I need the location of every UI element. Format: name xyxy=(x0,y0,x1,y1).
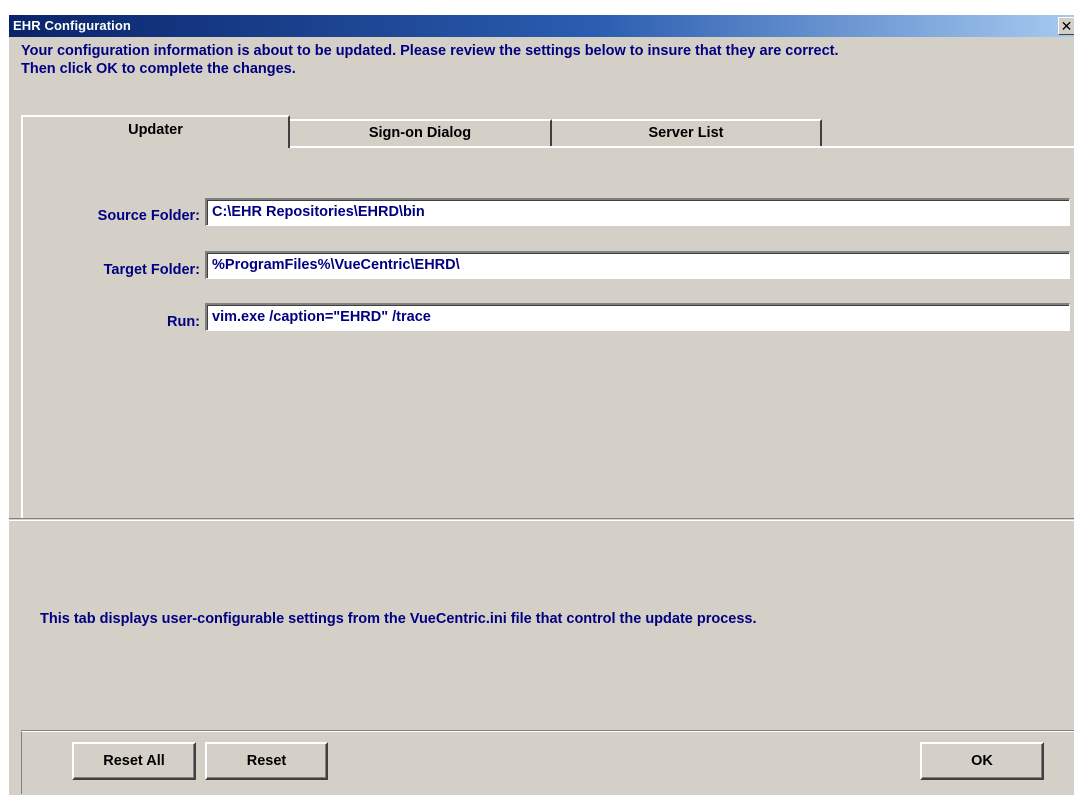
intro-message: Your configuration information is about … xyxy=(21,42,1071,78)
window-title: EHR Configuration xyxy=(13,18,131,33)
run-label: Run: xyxy=(166,314,200,330)
title-bar[interactable]: EHR Configuration ✕ xyxy=(9,15,1074,37)
tab-sign-on-dialog[interactable]: Sign-on Dialog xyxy=(290,119,552,146)
close-icon[interactable]: ✕ xyxy=(1058,17,1074,35)
button-bar-frame: Reset All Reset OK xyxy=(21,731,1074,794)
intro-line-2: Then click OK to complete the changes. xyxy=(21,61,296,77)
ok-button[interactable]: OK xyxy=(920,742,1044,780)
tab-updater[interactable]: Updater xyxy=(21,115,290,148)
tab-server-list[interactable]: Server List xyxy=(552,119,822,146)
target-folder-label: Target Folder: xyxy=(103,262,200,278)
updater-tab-panel: Source Folder: C:\EHR Repositories\EHRD\… xyxy=(21,146,1074,518)
source-folder-label: Source Folder: xyxy=(97,208,200,224)
run-field[interactable]: vim.exe /caption="EHRD" /trace xyxy=(205,303,1070,331)
button-bar: Reset All Reset OK xyxy=(21,730,1074,794)
close-glyph: ✕ xyxy=(1060,18,1073,34)
reset-all-button[interactable]: Reset All xyxy=(72,742,196,780)
panel-separator xyxy=(9,518,1074,521)
source-folder-field[interactable]: C:\EHR Repositories\EHRD\bin xyxy=(205,198,1070,226)
ehr-configuration-window: EHR Configuration ✕ Your configuration i… xyxy=(8,14,1074,795)
tab-description: This tab displays user-configurable sett… xyxy=(40,611,757,627)
target-folder-field[interactable]: %ProgramFiles%\VueCentric\EHRD\ xyxy=(205,251,1070,279)
intro-line-1: Your configuration information is about … xyxy=(21,43,839,59)
reset-button[interactable]: Reset xyxy=(205,742,328,780)
